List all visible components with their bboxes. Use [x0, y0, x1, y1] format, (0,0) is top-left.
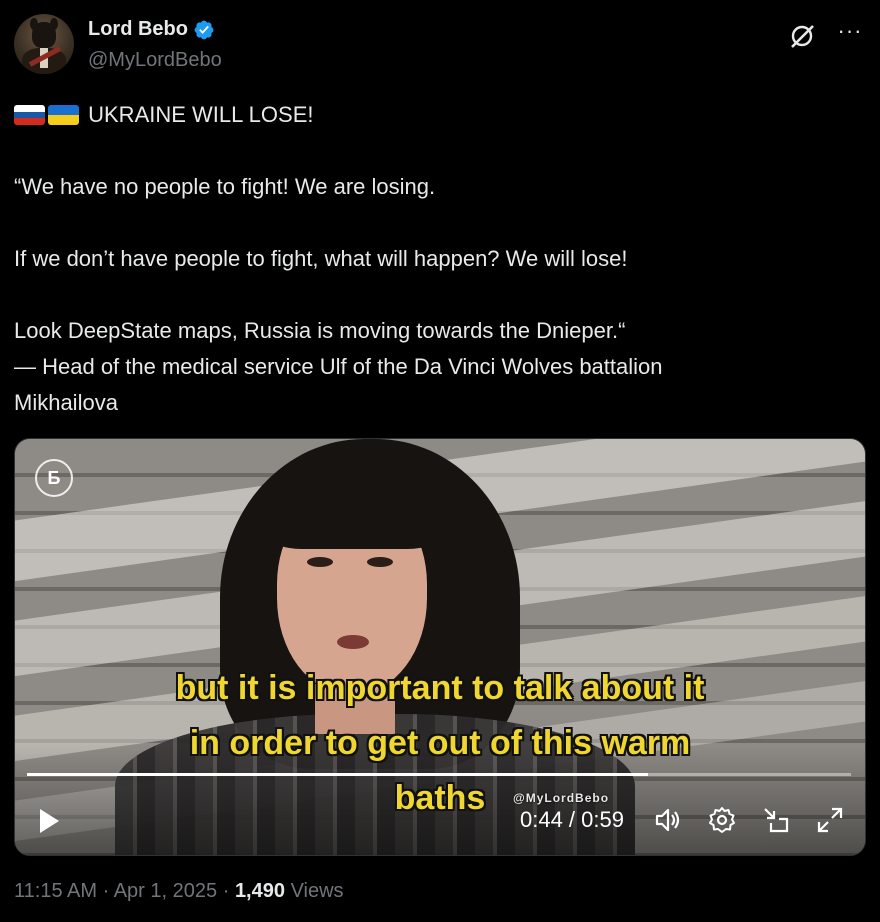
author-handle[interactable]: @MyLordBebo — [88, 49, 222, 72]
tweet-meta: 11:15 AM · Apr 1, 2025 · 1,490 Views — [14, 880, 344, 903]
author-name-row: Lord Bebo — [88, 18, 215, 41]
volume-icon[interactable] — [653, 805, 683, 835]
views-label: Views — [290, 880, 344, 902]
tweet-quote-line-2: If we don’t have people to fight, what w… — [14, 246, 628, 271]
author-display-name[interactable]: Lord Bebo — [88, 18, 188, 41]
tweet-quote-line-1: “We have no people to fight! We are losi… — [14, 174, 436, 199]
tweet-headline: UKRAINE WILL LOSE! — [88, 102, 314, 127]
video-watermark: @MyLordBebo — [513, 791, 610, 805]
minimize-icon[interactable] — [761, 805, 791, 835]
tweet-attribution-name: Mikhailova — [14, 390, 118, 415]
more-icon[interactable]: ··· — [834, 16, 866, 48]
verified-badge-icon[interactable] — [193, 19, 215, 41]
tweet-quote-line-3: Look DeepState maps, Russia is moving to… — [14, 318, 626, 343]
author-avatar[interactable] — [14, 14, 74, 74]
tweet-line-1: UKRAINE WILL LOSE! — [14, 97, 864, 133]
video-subtitle-line-1: but it is important to talk about it — [175, 669, 705, 707]
tweet-attribution: — Head of the medical service Ulf of the… — [14, 354, 663, 379]
channel-logo: Б — [35, 459, 73, 497]
video-subtitle-line-2: in order to get out of this warm — [189, 724, 691, 762]
ukraine-flag-icon — [48, 105, 79, 125]
meta-separator: · — [222, 880, 230, 902]
video-progress-fill — [27, 773, 649, 776]
tweet-date[interactable]: Apr 1, 2025 — [114, 880, 217, 902]
grok-icon[interactable] — [788, 22, 816, 50]
settings-icon[interactable] — [707, 805, 737, 835]
fullscreen-icon[interactable] — [815, 805, 845, 835]
tweet-text: UKRAINE WILL LOSE! “We have no people to… — [14, 97, 864, 421]
play-icon[interactable] — [37, 807, 61, 835]
tweet-time[interactable]: 11:15 AM — [14, 880, 97, 902]
video-player[interactable]: Б but it is important to talk about it i… — [14, 438, 866, 856]
russia-flag-icon — [14, 105, 45, 125]
meta-separator: · — [102, 880, 110, 902]
video-progress-bar[interactable] — [27, 773, 851, 776]
video-time: 0:44 / 0:59 — [520, 807, 624, 832]
views-count: 1,490 — [234, 880, 285, 902]
video-subtitle-line-3: baths — [394, 779, 486, 817]
